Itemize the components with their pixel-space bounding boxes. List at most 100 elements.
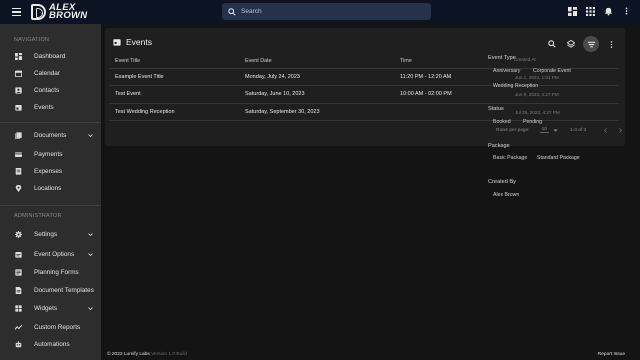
sidebar-item-documents[interactable]: Documents bbox=[0, 127, 101, 144]
sidebar-item-label: Events bbox=[34, 104, 54, 111]
filter-chip-booked[interactable]: Booked bbox=[493, 119, 511, 125]
sidebar-item-events[interactable]: Events bbox=[0, 99, 101, 116]
sidebar-divider bbox=[0, 122, 101, 123]
sidebar-item-planning-forms[interactable]: Planning Forms bbox=[0, 264, 101, 281]
notifications-bell-icon[interactable] bbox=[602, 5, 614, 17]
nav-section-administrator: ADMINISTRATOR bbox=[14, 213, 62, 219]
rows-per-page-select[interactable]: 10 bbox=[539, 127, 549, 133]
search-input[interactable] bbox=[241, 8, 421, 15]
sidebar-item-label: Automations bbox=[34, 341, 70, 348]
sidebar-item-label: Custom Reports bbox=[34, 324, 81, 331]
column-header-event-title[interactable]: Event Title bbox=[109, 54, 239, 69]
layers-icon[interactable] bbox=[564, 38, 577, 51]
table-pagination: Rows per page: 10 1-3 of 3 bbox=[496, 127, 623, 133]
filter-chip-wedding-reception[interactable]: Wedding Reception bbox=[493, 83, 538, 89]
sidebar-divider bbox=[0, 205, 101, 206]
filter-label-package: Package bbox=[488, 143, 510, 149]
sidebar-item-label: Calendar bbox=[34, 70, 60, 77]
robot-icon bbox=[15, 341, 22, 348]
sidebar-item-label: Expenses bbox=[34, 168, 63, 175]
sidebar-item-locations[interactable]: Locations bbox=[0, 180, 101, 197]
sidebar-item-label: Planning Forms bbox=[34, 269, 79, 276]
card-header: Events bbox=[113, 37, 152, 47]
document-template-icon bbox=[15, 287, 22, 294]
cell-event-date: Monday, July 24, 2023 bbox=[239, 68, 394, 86]
cell-event-title: Test Wedding Reception bbox=[109, 103, 239, 121]
filter-chip-standard-package[interactable]: Standard Package bbox=[537, 155, 580, 161]
sidebar-item-payments[interactable]: Payments bbox=[0, 146, 101, 163]
filter-chip-pending[interactable]: Pending bbox=[523, 119, 542, 125]
events-calendar-icon bbox=[113, 39, 121, 46]
column-header-event-date[interactable]: Event Date bbox=[239, 54, 394, 69]
filter-label-created-at: Created At bbox=[514, 57, 536, 62]
sidebar-item-label: Contacts bbox=[34, 87, 60, 94]
dashboard-grid-icon[interactable] bbox=[566, 5, 578, 17]
rows-per-page-label: Rows per page: bbox=[496, 127, 530, 133]
planning-forms-icon bbox=[15, 269, 22, 276]
hamburger-menu-icon[interactable] bbox=[10, 5, 24, 19]
more-vert-icon[interactable] bbox=[605, 38, 618, 51]
page-title: Events bbox=[126, 37, 152, 47]
sidebar-item-automations[interactable]: Automations bbox=[0, 336, 101, 353]
chevron-left-icon[interactable] bbox=[604, 127, 607, 133]
filter-chip-basic-package[interactable]: Basic Package bbox=[493, 155, 527, 161]
copyright-text: © 2023 Lumify Labs bbox=[107, 351, 150, 357]
logo-line2: BROWN bbox=[49, 10, 88, 21]
chevron-right-icon[interactable] bbox=[619, 127, 623, 133]
logo-text: ALEX BROWN bbox=[49, 3, 88, 21]
gear-icon bbox=[15, 231, 22, 238]
caret-down-icon[interactable] bbox=[553, 129, 558, 132]
sidebar-item-label: Payments bbox=[34, 151, 63, 158]
filter-panel: Event Type Created At Anniversary Corpor… bbox=[484, 50, 640, 212]
sidebar-item-event-options[interactable]: Event Options bbox=[0, 246, 101, 263]
top-app-bar: ALEX BROWN bbox=[0, 0, 640, 24]
version-text: Version 1.0 Build bbox=[151, 351, 188, 357]
sidebar-item-label: Dashboard bbox=[34, 53, 66, 60]
report-issue-link[interactable]: Report Issue bbox=[598, 352, 625, 357]
sidebar-item-expenses[interactable]: Expenses bbox=[0, 163, 101, 180]
filter-label-created-by: Created By bbox=[488, 179, 516, 185]
sidebar-item-label: Event Options bbox=[34, 251, 75, 258]
filter-chip-corporate-event[interactable]: Corporate Event bbox=[533, 68, 571, 74]
cell-event-date: Saturday, September 30, 2023 bbox=[239, 103, 394, 121]
cell-event-title: Example Event Title bbox=[109, 68, 239, 86]
created-date-value: Jun 1, 2023, 1:31 PM bbox=[515, 75, 559, 80]
sidebar-item-label: Settings bbox=[34, 231, 58, 238]
sidebar-item-calendar[interactable]: Calendar bbox=[0, 65, 101, 82]
contacts-icon bbox=[15, 87, 22, 94]
created-date-value: Jun 9, 2023, 4:27 PM bbox=[515, 92, 559, 97]
apps-icon[interactable] bbox=[584, 5, 596, 17]
location-pin-icon bbox=[15, 185, 22, 192]
search-bar[interactable] bbox=[222, 3, 431, 20]
sidebar-item-settings[interactable]: Settings bbox=[0, 226, 101, 243]
sidebar-item-widgets[interactable]: Widgets bbox=[0, 300, 101, 317]
filter-chip-anniversary[interactable]: Anniversary bbox=[493, 68, 520, 74]
chevron-down-icon bbox=[88, 307, 93, 311]
footer: © 2023 Lumify Labs Version 1.0 Build Rep… bbox=[101, 348, 640, 360]
sidebar-item-custom-reports[interactable]: Custom Reports bbox=[0, 319, 101, 336]
sidebar-item-label: Widgets bbox=[34, 305, 58, 312]
documents-icon bbox=[15, 132, 22, 139]
calendar-icon bbox=[15, 70, 22, 77]
brand-logo[interactable]: ALEX BROWN bbox=[31, 1, 87, 23]
filter-label-status: Status bbox=[488, 106, 504, 112]
chevron-down-icon bbox=[88, 253, 93, 257]
expenses-receipt-icon bbox=[15, 168, 22, 175]
more-vert-icon[interactable] bbox=[620, 5, 632, 17]
footer-copyright: © 2023 Lumify Labs Version 1.0 Build bbox=[107, 352, 187, 357]
filter-chip-alex-brown[interactable]: Alex Brown bbox=[493, 192, 519, 198]
sidebar-item-label: Documents bbox=[34, 132, 67, 139]
events-icon bbox=[15, 104, 22, 111]
sidebar-item-dashboard[interactable]: Dashboard bbox=[0, 48, 101, 65]
sidebar: NAVIGATION Dashboard Calendar Contacts E… bbox=[0, 24, 101, 360]
logo-mark bbox=[31, 4, 46, 20]
search-icon bbox=[228, 7, 236, 16]
search-icon[interactable] bbox=[545, 38, 558, 51]
nav-section-navigation: NAVIGATION bbox=[14, 37, 50, 43]
sidebar-item-contacts[interactable]: Contacts bbox=[0, 82, 101, 99]
sidebar-item-document-templates[interactable]: Document Templates bbox=[0, 282, 101, 299]
dashboard-icon bbox=[15, 53, 22, 60]
pagination-range: 1-3 of 3 bbox=[569, 127, 587, 133]
widgets-icon bbox=[15, 305, 22, 312]
sidebar-item-label: Locations bbox=[34, 185, 62, 192]
